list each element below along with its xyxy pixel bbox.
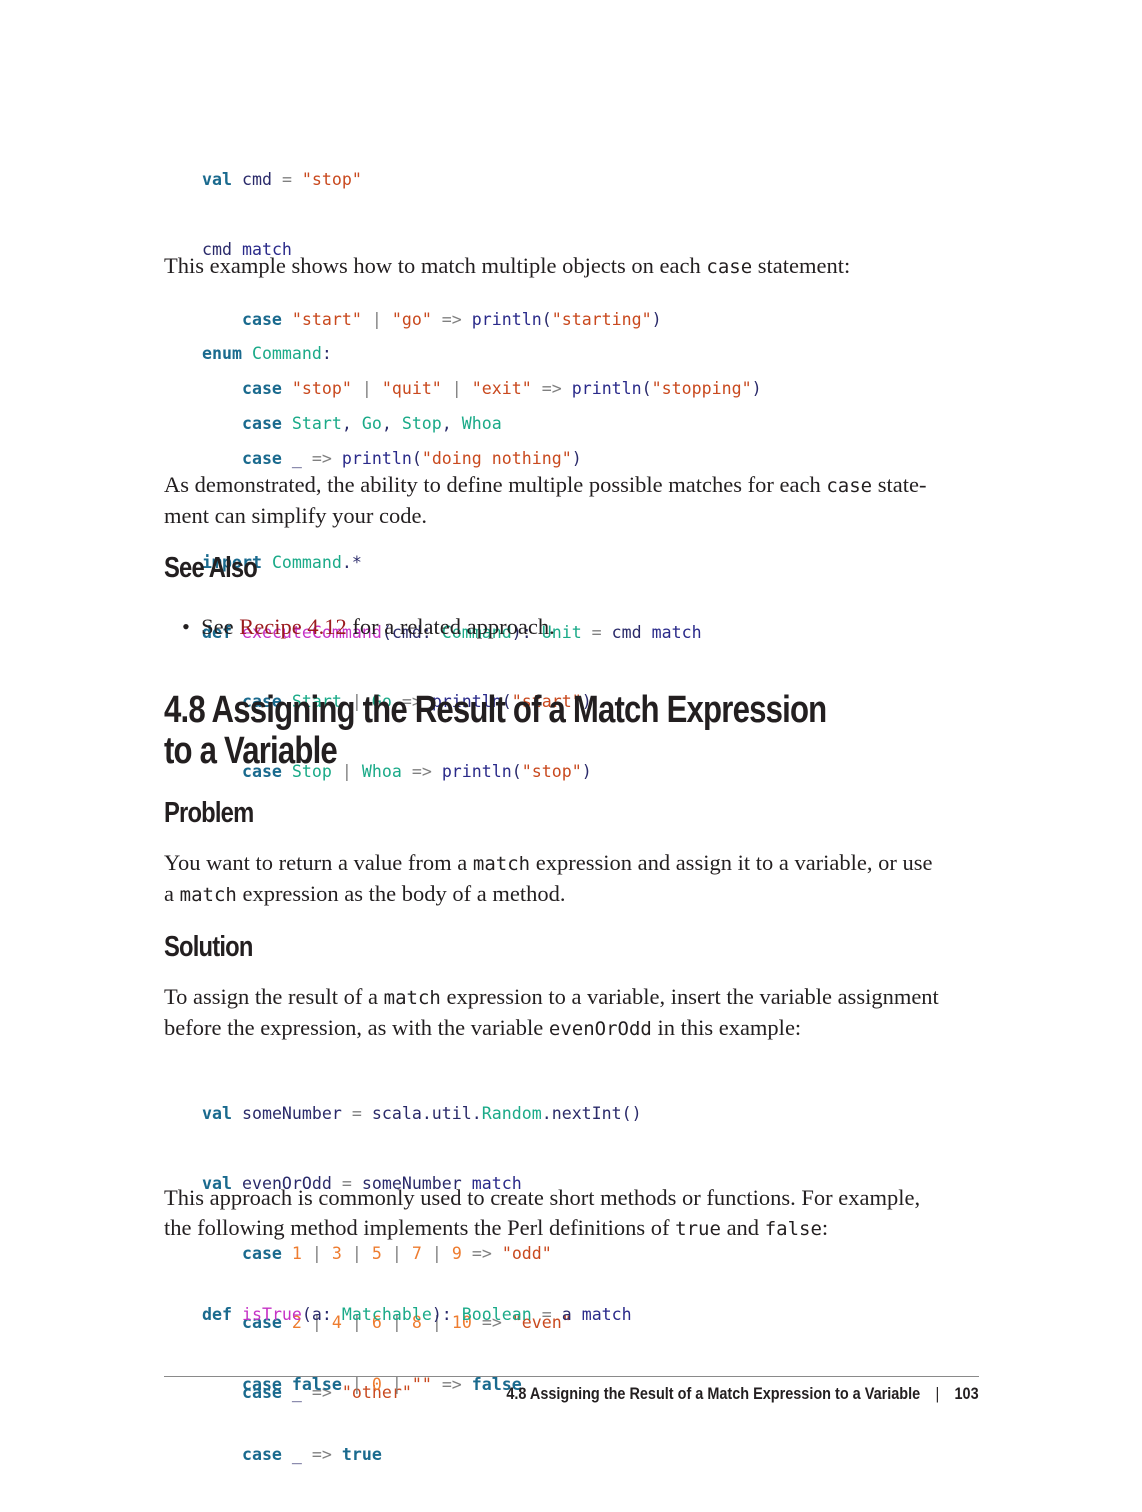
code-token: Matchable [341, 1305, 432, 1325]
paragraph-multiple-objects: This example shows how to match multiple… [164, 253, 851, 278]
code-token: .nextInt() [541, 1104, 642, 1124]
paragraph-approach: This approach is commonly used to create… [164, 1185, 921, 1240]
code-token: cmd [611, 622, 652, 642]
code-token: "stop" [291, 170, 362, 190]
code-token: true [341, 1444, 382, 1464]
inline-code: match [383, 987, 441, 1009]
paragraph-demonstrated: As demonstrated, the ability to define m… [164, 472, 927, 528]
code-token: Stop [401, 414, 442, 434]
code-line: def isTrue(a: Matchable): Boolean = a ma… [202, 1303, 632, 1326]
code-token: , [341, 414, 362, 434]
code-token: .* [341, 553, 362, 573]
code-token: Random [481, 1104, 542, 1124]
code-token: => [301, 1444, 342, 1464]
inline-code: match [472, 853, 531, 875]
code-line: case Start, Go, Stop, Whoa [202, 412, 702, 435]
code-token: = [531, 1305, 562, 1325]
inline-code: case [826, 475, 873, 497]
code-token: "" [411, 1375, 432, 1395]
code-token: scala.util. [361, 1104, 482, 1124]
code-token: someNumber [241, 1104, 352, 1124]
book-page: val cmd = "stop" cmd match case "start" … [0, 0, 1142, 1500]
code-token: (a: [301, 1305, 342, 1325]
code-line: import Command.* [202, 551, 702, 574]
code-token: match [651, 622, 702, 642]
code-token: case [202, 1444, 292, 1464]
heading-problem: Problem [164, 797, 254, 829]
running-title: 4.8 Assigning the Result of a Match Expr… [506, 1384, 921, 1403]
code-line: enum Command: [202, 342, 702, 365]
code-token: isTrue [241, 1305, 302, 1325]
see-also-bullet: • See Recipe 4.12 for a related approach… [182, 614, 555, 639]
inline-code: true [675, 1218, 721, 1240]
footer-divider [164, 1376, 979, 1377]
code-token: val [202, 170, 232, 190]
code-token: => [431, 1375, 472, 1395]
code-token: Command [251, 344, 322, 364]
code-token: , [441, 414, 462, 434]
code-token: val [202, 1104, 242, 1124]
footer-separator: | [935, 1384, 940, 1403]
code-token: Boolean [461, 1305, 532, 1325]
code-token: 0 [371, 1375, 382, 1395]
code-token: a [561, 1305, 582, 1325]
code-token: Whoa [461, 414, 502, 434]
code-token: enum [202, 344, 252, 364]
heading-see-also: See Also [164, 552, 258, 584]
paragraph-solution: To assign the result of a match expressi… [164, 984, 939, 1040]
code-token: Command [271, 553, 342, 573]
code-token: , [381, 414, 402, 434]
code-token: match [581, 1305, 632, 1325]
code-token: cmd [231, 170, 282, 190]
code-token: def [202, 1305, 242, 1325]
code-token: ) [751, 379, 762, 399]
page-footer: 4.8 Assigning the Result of a Match Expr… [507, 1384, 979, 1404]
code-token: Start [291, 414, 342, 434]
inline-code: match [179, 884, 237, 906]
code-token: = [281, 170, 292, 190]
recipe-link[interactable]: Recipe 4.12 [239, 614, 346, 639]
inline-code: case [706, 256, 753, 278]
inline-code: evenOrOdd [548, 1018, 652, 1040]
inline-code: false [764, 1218, 822, 1240]
code-line: val cmd = "stop" [202, 168, 762, 191]
code-token: case false [202, 1375, 342, 1395]
code-token: | [341, 1375, 372, 1395]
section-title: 4.8 Assigning the Result of a Match Expr… [164, 689, 827, 772]
code-token: case [202, 414, 292, 434]
code-token: _ [291, 1444, 302, 1464]
bullet-dot: • [182, 614, 202, 639]
code-token: = [581, 622, 612, 642]
heading-solution: Solution [164, 931, 253, 963]
code-line: case _ => true [202, 1443, 632, 1466]
code-token: = [351, 1104, 362, 1124]
paragraph-problem: You want to return a value from a match … [164, 850, 933, 906]
code-token: ): [431, 1305, 462, 1325]
code-token: : [321, 344, 332, 364]
code-token: | [381, 1375, 412, 1395]
code-line: val someNumber = scala.util.Random.nextI… [202, 1102, 642, 1125]
page-number: 103 [954, 1384, 979, 1403]
code-token: Go [361, 414, 382, 434]
